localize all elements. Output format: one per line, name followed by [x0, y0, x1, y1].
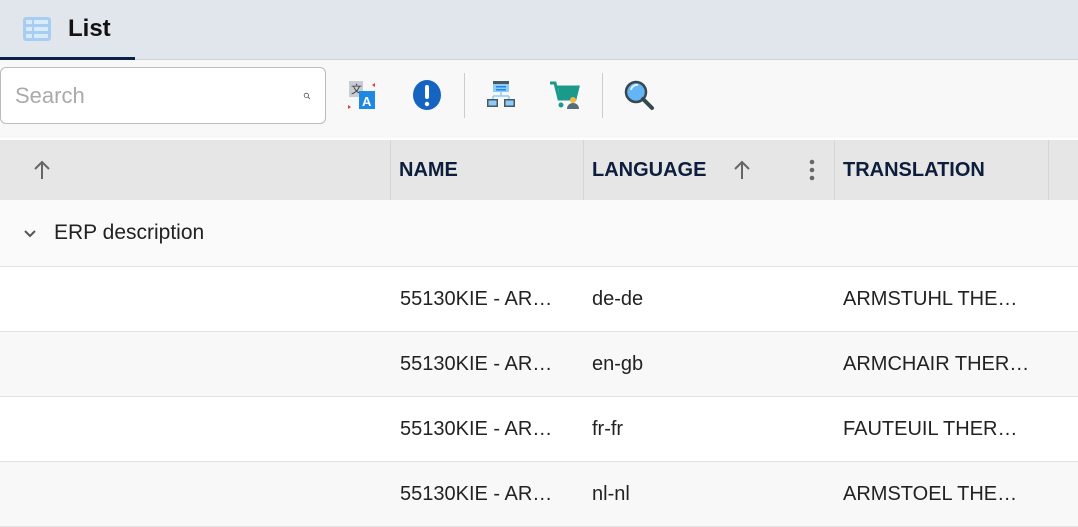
network-icon	[487, 81, 515, 107]
table-icon	[23, 16, 51, 41]
sort-ascending-icon[interactable]	[730, 158, 754, 182]
svg-text:A: A	[362, 94, 372, 109]
translate-button[interactable]: 文A	[345, 78, 379, 112]
advanced-search-button[interactable]	[622, 78, 656, 112]
column-header-language[interactable]: LANGUAGE	[583, 140, 834, 200]
network-button[interactable]	[484, 78, 518, 112]
info-icon	[413, 80, 441, 110]
group-sort-button[interactable]	[0, 140, 390, 200]
tab-list[interactable]: List	[0, 0, 135, 60]
table-row[interactable]: 55130KIE - AR… fr-fr FAUTEUIL THER…	[0, 397, 1078, 462]
cell-translation: ARMSTOEL THE…	[843, 483, 1018, 505]
chevron-down-icon[interactable]	[20, 223, 40, 243]
more-vertical-icon[interactable]	[806, 158, 818, 182]
column-header-name[interactable]: NAME	[390, 140, 583, 200]
cell-language: nl-nl	[592, 483, 630, 505]
group-label: ERP description	[54, 221, 205, 244]
column-label: LANGUAGE	[592, 158, 707, 181]
column-header-spacer	[1048, 140, 1078, 200]
cell-name: 55130KIE - AR…	[400, 353, 553, 375]
search-box	[0, 67, 326, 124]
cell-language: en-gb	[592, 353, 644, 375]
toolbar-divider	[464, 73, 465, 118]
cell-name: 55130KIE - AR…	[400, 483, 553, 505]
cart-button[interactable]	[548, 78, 582, 112]
column-label: NAME	[399, 158, 458, 181]
cell-name: 55130KIE - AR…	[400, 288, 553, 310]
group-row[interactable]: ERP description	[0, 200, 1078, 267]
table-row[interactable]: 55130KIE - AR… de-de ARMSTUHL THE…	[0, 267, 1078, 332]
cell-language: de-de	[592, 288, 644, 310]
tab-label: List	[68, 14, 111, 42]
cell-language: fr-fr	[592, 418, 624, 440]
column-label: TRANSLATION	[843, 158, 985, 181]
cell-translation: FAUTEUIL THER…	[843, 418, 1018, 440]
info-button[interactable]	[410, 78, 444, 112]
toolbar: 文A	[0, 60, 1078, 138]
toolbar-divider	[602, 73, 603, 118]
table-row[interactable]: 55130KIE - AR… nl-nl ARMSTOEL THE…	[0, 462, 1078, 527]
cell-translation: ARMCHAIR THER…	[843, 353, 1030, 375]
zoom-search-icon	[624, 80, 654, 110]
cell-translation: ARMSTUHL THE…	[843, 288, 1018, 310]
cell-name: 55130KIE - AR…	[400, 418, 553, 440]
column-header-translation[interactable]: TRANSLATION	[834, 140, 1048, 200]
search-input[interactable]	[15, 82, 303, 109]
table-header: NAME LANGUAGE TRANSLATION	[0, 140, 1078, 200]
translate-icon: 文A	[348, 81, 375, 109]
cart-icon	[550, 81, 580, 109]
table-row[interactable]: 55130KIE - AR… en-gb ARMCHAIR THER…	[0, 332, 1078, 397]
tab-bar: List	[0, 0, 1078, 60]
search-icon[interactable]	[303, 84, 311, 108]
arrow-up-icon	[34, 160, 50, 179]
